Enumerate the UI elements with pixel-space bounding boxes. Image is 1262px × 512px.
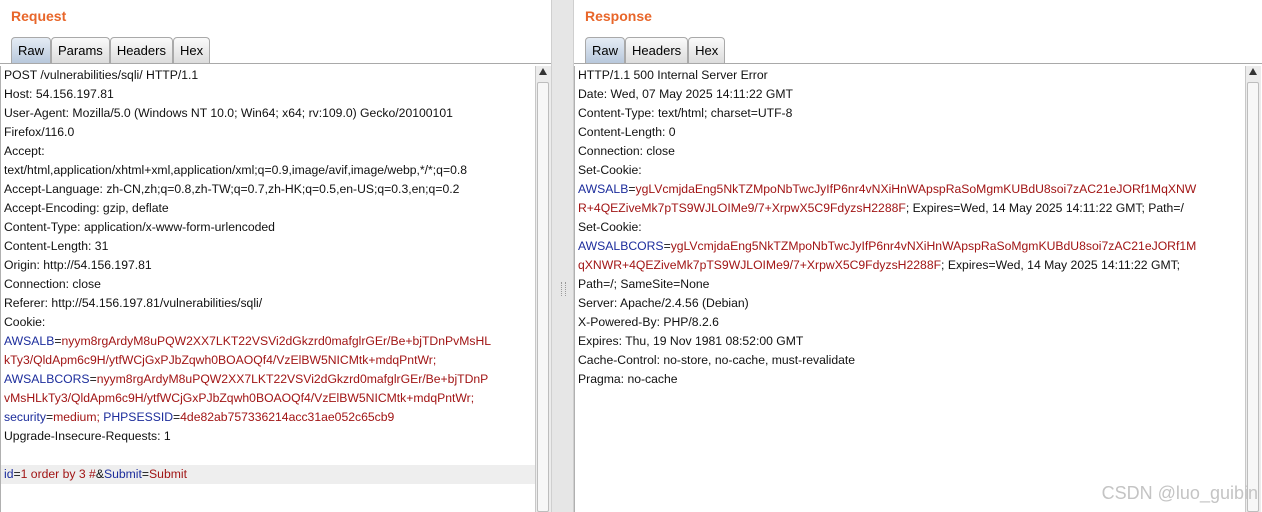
response-line: Pragma: no-cache <box>578 372 678 386</box>
response-tab-hex[interactable]: Hex <box>688 37 726 63</box>
response-scrollbar[interactable] <box>1245 66 1261 512</box>
response-line: Cache-Control: no-store, no-cache, must-… <box>578 353 856 367</box>
request-line: POST /vulnerabilities/sqli/ HTTP/1.1 <box>4 68 199 82</box>
response-pane: Response Raw Headers Hex HTTP/1.1 500 In… <box>574 0 1262 512</box>
request-pane: Request Raw Params Headers Hex POST /vul… <box>0 0 551 512</box>
response-tab-raw[interactable]: Raw <box>585 37 626 63</box>
response-line: Set-Cookie: <box>578 163 642 177</box>
cookie-key: security <box>4 410 46 424</box>
request-line: Origin: http://54.156.197.81 <box>4 258 152 272</box>
request-line: Cookie: <box>4 315 46 329</box>
response-line: HTTP/1.1 500 Internal Server Error <box>578 68 768 82</box>
cookie-key: AWSALB <box>578 182 629 196</box>
request-title: Request <box>11 8 67 24</box>
scroll-up-arrow-icon[interactable] <box>1249 68 1257 75</box>
scrollbar-thumb[interactable] <box>1247 82 1259 512</box>
cookie-value: ygLVcmjdaEng5NkTZMpoNbTwcJyIfP6nr4vNXiHn… <box>670 239 1197 253</box>
response-line: X-Powered-By: PHP/8.2.6 <box>578 315 719 329</box>
cookie-value: nyym8rgArdyM8uPQW2XX7LKT22VSVi2dGkzrd0ma… <box>61 334 492 348</box>
cookie-awsalb-line-cont: kTy3/QldApm6c9H/ytfWCjGxPJbZqwh0BOAOQf4/… <box>1 351 535 370</box>
split-pane-divider[interactable] <box>551 0 574 512</box>
response-line: Server: Apache/2.4.56 (Debian) <box>578 296 749 310</box>
request-line: Referer: http://54.156.197.81/vulnerabil… <box>4 296 263 310</box>
cookie-value: kTy3/QldApm6c9H/ytfWCjGxPJbZqwh0BOAOQf4/… <box>4 353 437 367</box>
scrollbar-thumb[interactable] <box>537 82 549 512</box>
cookie-key: AWSALB <box>4 334 55 348</box>
response-line: Connection: close <box>578 144 675 158</box>
request-tab-params[interactable]: Params <box>51 37 110 63</box>
request-line: Accept-Encoding: gzip, deflate <box>4 201 169 215</box>
response-tab-headers[interactable]: Headers <box>625 37 689 63</box>
cookie-value: medium; <box>53 410 100 424</box>
response-tab-divider <box>574 63 1262 64</box>
request-scrollbar[interactable] <box>535 66 551 512</box>
cookie-security-line: security=medium; PHPSESSID=4de82ab757336… <box>4 410 395 424</box>
request-tab-headers[interactable]: Headers <box>109 37 173 63</box>
cookie-key: PHPSESSID <box>103 410 174 424</box>
divider-grip-icon[interactable] <box>561 282 566 296</box>
response-line: Content-Type: text/html; charset=UTF-8 <box>578 106 793 120</box>
request-line: Firefox/116.0 <box>4 125 75 139</box>
param-value: 1 order by 3 # <box>20 467 96 481</box>
cookie-value: ygLVcmjdaEng5NkTZMpoNbTwcJyIfP6nr4vNXiHn… <box>635 182 1197 196</box>
set-cookie-awsalbcors-line-cont: qXNWR+4QEZiveMk7pTS9WJLOIMe9/7+XrpwX5C9F… <box>575 256 1245 275</box>
request-line: Content-Length: 31 <box>4 239 109 253</box>
set-cookie-awsalbcors-line: AWSALBCORS=ygLVcmjdaEng5NkTZMpoNbTwcJyIf… <box>578 239 1197 253</box>
cookie-value: R+4QEZiveMk7pTS9WJLOIMe9/7+XrpwX5C9Fdyzs… <box>578 201 906 215</box>
param-value: Submit <box>149 467 187 481</box>
request-line: Connection: close <box>4 277 101 291</box>
cookie-key: AWSALBCORS <box>4 372 90 386</box>
cookie-value: qXNWR+4QEZiveMk7pTS9WJLOIMe9/7+XrpwX5C9F… <box>578 258 942 272</box>
param-key: id <box>4 467 14 481</box>
cookie-awsalbcors-line-cont: vMsHLkTy3/QldApm6c9H/ytfWCjGxPJbZqwh0BOA… <box>1 389 535 408</box>
request-line: Host: 54.156.197.81 <box>4 87 114 101</box>
response-line: Expires: Thu, 19 Nov 1981 08:52:00 GMT <box>578 334 804 348</box>
cookie-value: nyym8rgArdyM8uPQW2XX7LKT22VSVi2dGkzrd0ma… <box>96 372 489 386</box>
request-tabs: Raw Params Headers Hex <box>11 37 211 64</box>
request-tab-raw[interactable]: Raw <box>11 37 52 63</box>
cookie-awsalb-line: AWSALB=nyym8rgArdyM8uPQW2XX7LKT22VSVi2dG… <box>4 334 492 348</box>
set-cookie-awsalb-line: AWSALB=ygLVcmjdaEng5NkTZMpoNbTwcJyIfP6nr… <box>578 182 1197 196</box>
param-key: Submit <box>103 467 142 481</box>
cookie-attributes: ; Expires=Wed, 14 May 2025 14:11:22 GMT; <box>941 258 1181 272</box>
cookie-value: vMsHLkTy3/QldApm6c9H/ytfWCjGxPJbZqwh0BOA… <box>4 391 475 405</box>
request-body-line: id=1 order by 3 #&Submit=Submit <box>1 465 535 484</box>
response-title: Response <box>585 8 652 24</box>
request-line: text/html,application/xhtml+xml,applicat… <box>4 163 468 177</box>
request-tab-divider <box>0 63 551 64</box>
watermark: CSDN @luo_guibin <box>1101 483 1258 503</box>
request-editor[interactable]: POST /vulnerabilities/sqli/ HTTP/1.1 Hos… <box>0 66 535 512</box>
request-line: Accept-Language: zh-CN,zh;q=0.8,zh-TW;q=… <box>4 182 460 196</box>
cookie-value: 4de82ab757336214acc31ae052c65cb9 <box>180 410 395 424</box>
request-line: Upgrade-Insecure-Requests: 1 <box>4 429 171 443</box>
cookie-awsalbcors-line: AWSALBCORS=nyym8rgArdyM8uPQW2XX7LKT22VSV… <box>4 372 489 386</box>
cookie-key: AWSALBCORS <box>578 239 664 253</box>
cookie-attributes: ; Expires=Wed, 14 May 2025 14:11:22 GMT;… <box>905 201 1184 215</box>
request-line: User-Agent: Mozilla/5.0 (Windows NT 10.0… <box>4 106 453 120</box>
scroll-up-arrow-icon[interactable] <box>539 68 547 75</box>
response-line: Date: Wed, 07 May 2025 14:11:22 GMT <box>578 87 793 101</box>
param-separator: & <box>95 467 104 481</box>
request-line: Accept: <box>4 144 45 158</box>
response-line: Content-Length: 0 <box>578 125 676 139</box>
response-line: Path=/; SameSite=None <box>578 277 710 291</box>
request-line: Content-Type: application/x-www-form-url… <box>4 220 275 234</box>
response-tabs: Raw Headers Hex <box>585 37 726 64</box>
response-line: Set-Cookie: <box>578 220 642 234</box>
set-cookie-awsalb-line-cont: R+4QEZiveMk7pTS9WJLOIMe9/7+XrpwX5C9Fdyzs… <box>575 199 1245 218</box>
request-tab-hex[interactable]: Hex <box>172 37 211 63</box>
response-editor[interactable]: HTTP/1.1 500 Internal Server Error Date:… <box>574 66 1245 512</box>
